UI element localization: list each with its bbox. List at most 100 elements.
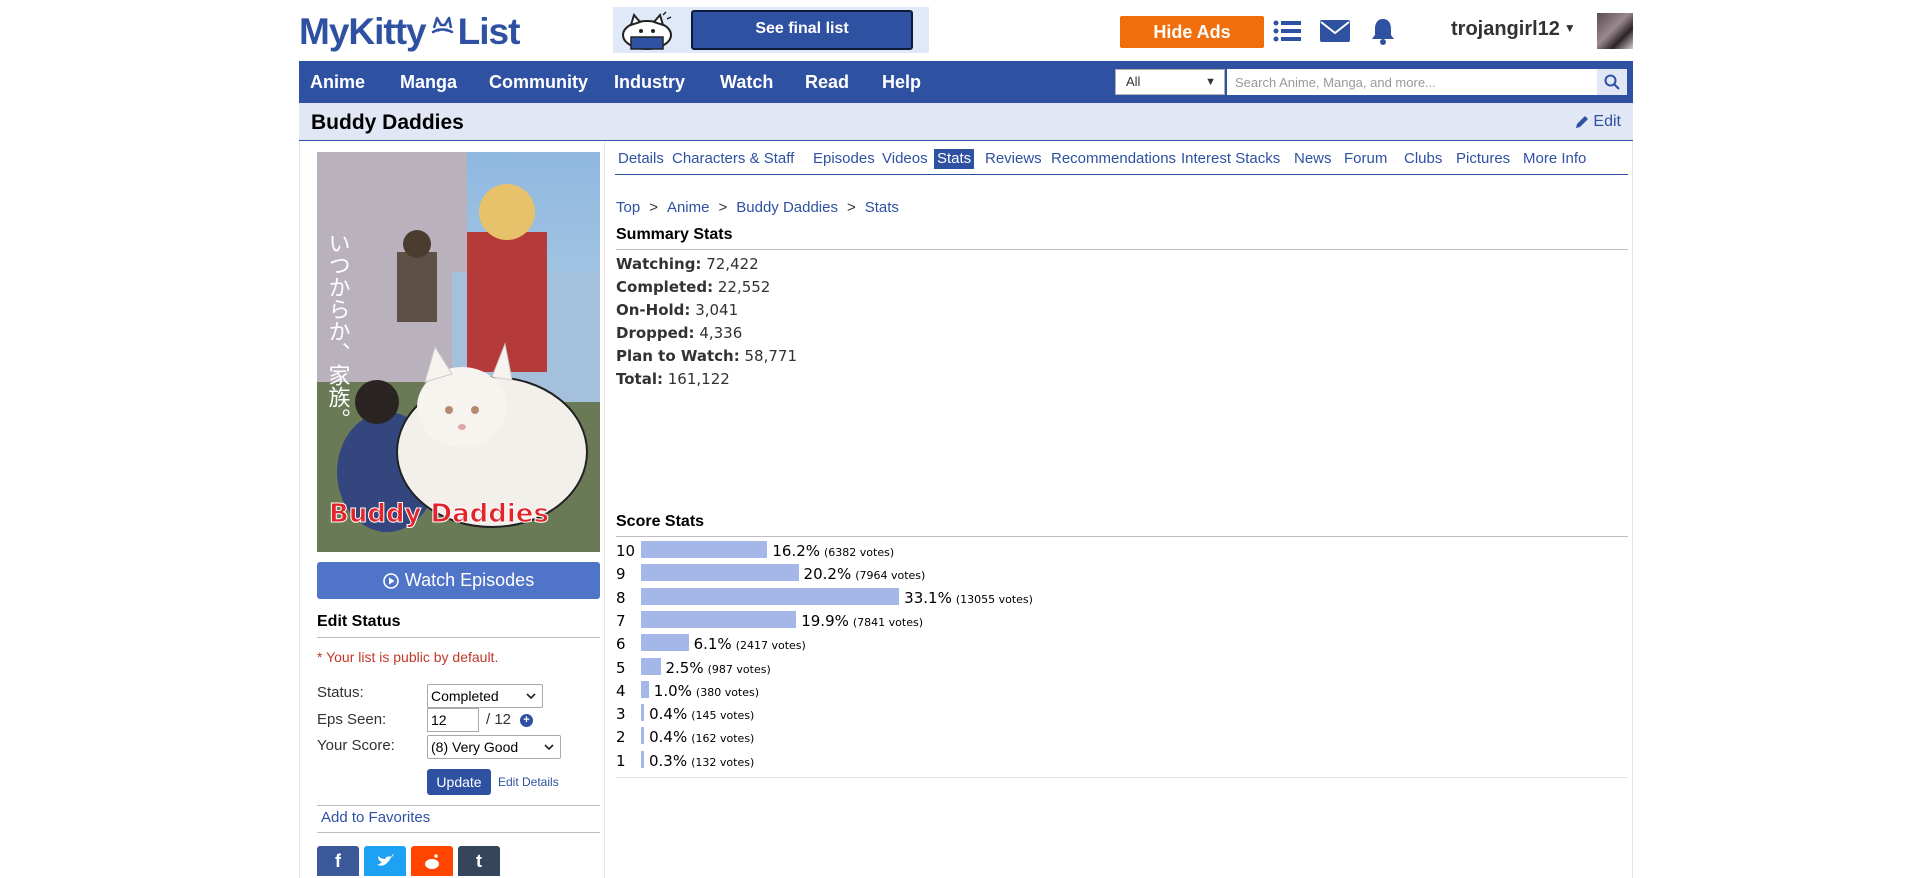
- score-stats-heading: Score Stats: [616, 513, 1628, 537]
- tab-characters-staff[interactable]: Characters & Staff: [669, 149, 797, 169]
- watch-episodes-button[interactable]: Watch Episodes: [317, 562, 600, 599]
- score-percent-value: 20.2%: [803, 565, 852, 584]
- score-row-1: 1 0.3% (132 votes): [616, 750, 1316, 771]
- score-value-label: 6: [616, 635, 626, 654]
- score-bar: [641, 750, 644, 768]
- tab-pictures[interactable]: Pictures: [1453, 149, 1513, 169]
- search-category-value: All: [1126, 74, 1141, 89]
- add-to-favorites-link[interactable]: Add to Favorites: [317, 809, 600, 833]
- update-button[interactable]: Update: [427, 769, 491, 795]
- title-bar: Buddy Daddies Edit: [299, 103, 1633, 141]
- breadcrumb: Top > Anime > Buddy Daddies > Stats: [616, 199, 899, 216]
- summary-row-dropped: Dropped: 4,336: [616, 324, 742, 342]
- summary-label: Watching:: [616, 255, 702, 273]
- page: MyKitty List See final list Hide Ads tro…: [299, 0, 1633, 878]
- score-vote-count: (145 votes): [691, 709, 755, 723]
- score-percentage: 33.1% (13055 votes): [904, 589, 1033, 607]
- increment-episode-icon[interactable]: +: [520, 714, 533, 727]
- mail-icon[interactable]: [1317, 13, 1353, 49]
- poster-tagline: いつからか、家族。: [325, 232, 351, 430]
- nav-watch[interactable]: Watch: [720, 61, 773, 103]
- breadcrumb-stats[interactable]: Stats: [865, 199, 899, 216]
- tab-forum[interactable]: Forum: [1341, 149, 1390, 169]
- score-value-label: 10: [616, 542, 636, 560]
- summary-row-plan-to-watch: Plan to Watch: 58,771: [616, 347, 797, 365]
- summary-value: 22,552: [717, 278, 771, 296]
- score-percent-value: 0.4%: [649, 728, 688, 747]
- breadcrumb-anime[interactable]: Anime: [667, 199, 710, 216]
- caret-down-icon: ▼: [1563, 21, 1576, 35]
- pencil-icon: [1576, 116, 1589, 128]
- score-bar: [641, 704, 645, 722]
- see-final-list-button[interactable]: See final list: [691, 10, 913, 50]
- score-percentage: 6.1% (2417 votes): [694, 635, 806, 653]
- summary-value: 58,771: [744, 347, 798, 365]
- score-percentage: 0.4% (145 votes): [649, 705, 754, 723]
- summary-stats-heading: Summary Stats: [616, 226, 1628, 250]
- hide-ads-button[interactable]: Hide Ads: [1120, 16, 1264, 48]
- score-percent-value: 19.9%: [801, 611, 849, 630]
- page-title: Buddy Daddies: [311, 111, 464, 134]
- edit-details-link[interactable]: Edit Details: [498, 775, 559, 789]
- bell-icon[interactable]: [1365, 13, 1401, 49]
- tab-more-info[interactable]: More Info: [1520, 149, 1589, 169]
- search-input[interactable]: [1227, 69, 1597, 95]
- nav-industry[interactable]: Industry: [614, 61, 685, 103]
- edit-label: Edit: [1593, 113, 1621, 130]
- username-label: trojangirl12: [1451, 18, 1560, 40]
- poster-logo: Buddy Daddies: [329, 499, 549, 529]
- score-value-label: 7: [616, 611, 626, 630]
- tab-clubs[interactable]: Clubs: [1401, 149, 1445, 169]
- status-select[interactable]: Completed: [427, 684, 543, 708]
- status-label: Status:: [317, 684, 364, 701]
- score-percent-value: 0.4%: [649, 705, 688, 724]
- tab-episodes[interactable]: Episodes: [810, 149, 878, 169]
- nav-anime[interactable]: Anime: [310, 61, 365, 103]
- twitter-icon[interactable]: [364, 846, 406, 876]
- tab-interest-stacks[interactable]: Interest Stacks: [1178, 149, 1283, 169]
- score-value-label: 1: [616, 751, 626, 770]
- eps-seen-input[interactable]: [427, 708, 479, 732]
- score-percent-value: 33.1%: [904, 588, 952, 607]
- score-row-8: 8 33.1% (13055 votes): [616, 587, 1316, 608]
- left-sidebar: いつからか、家族。 Buddy Daddies Watch Episodes E…: [300, 141, 605, 878]
- score-value: (8) Very Good: [431, 739, 519, 755]
- nav-read[interactable]: Read: [805, 61, 849, 103]
- summary-value: 3,041: [695, 301, 739, 319]
- facebook-icon[interactable]: f: [317, 846, 359, 876]
- score-row-2: 2 0.4% (162 votes): [616, 727, 1316, 747]
- tab-recommendations[interactable]: Recommendations: [1048, 149, 1179, 169]
- score-row-6: 6 6.1% (2417 votes): [616, 634, 1316, 654]
- promo-banner[interactable]: See final list: [613, 7, 929, 53]
- anime-poster[interactable]: いつからか、家族。 Buddy Daddies: [317, 152, 600, 552]
- edit-title-link[interactable]: Edit: [1575, 113, 1621, 131]
- search-button[interactable]: [1597, 69, 1627, 95]
- avatar[interactable]: [1597, 13, 1633, 49]
- nav-manga[interactable]: Manga: [400, 61, 457, 103]
- breadcrumb-top[interactable]: Top: [616, 199, 640, 216]
- summary-value: 72,422: [706, 255, 759, 273]
- search-category-select[interactable]: All ▼: [1115, 69, 1225, 95]
- tab-videos[interactable]: Videos: [879, 149, 931, 169]
- reddit-icon[interactable]: [411, 846, 453, 876]
- breadcrumb-title[interactable]: Buddy Daddies: [736, 199, 838, 216]
- summary-value: 4,336: [699, 324, 743, 342]
- summary-label: Total:: [616, 370, 663, 388]
- score-percentage: 2.5% (987 votes): [666, 659, 771, 677]
- score-value-label: 4: [616, 681, 626, 700]
- site-logo[interactable]: MyKitty List: [299, 10, 520, 54]
- tab-news[interactable]: News: [1291, 149, 1335, 169]
- tumblr-icon[interactable]: t: [458, 846, 500, 876]
- tab-details[interactable]: Details: [615, 149, 667, 169]
- nav-help[interactable]: Help: [882, 61, 921, 103]
- user-menu[interactable]: trojangirl12 ▼: [1451, 18, 1576, 41]
- score-select[interactable]: (8) Very Good: [427, 735, 561, 759]
- list-icon[interactable]: [1269, 13, 1305, 49]
- score-value-label: 5: [616, 658, 626, 677]
- summary-row-total: Total: 161,122: [616, 370, 730, 388]
- tab-stats[interactable]: Stats: [934, 149, 975, 169]
- nav-community[interactable]: Community: [489, 61, 588, 103]
- summary-row-on-hold: On-Hold: 3,041: [616, 301, 738, 319]
- tab-reviews[interactable]: Reviews: [982, 149, 1045, 169]
- summary-label: On-Hold:: [616, 301, 691, 319]
